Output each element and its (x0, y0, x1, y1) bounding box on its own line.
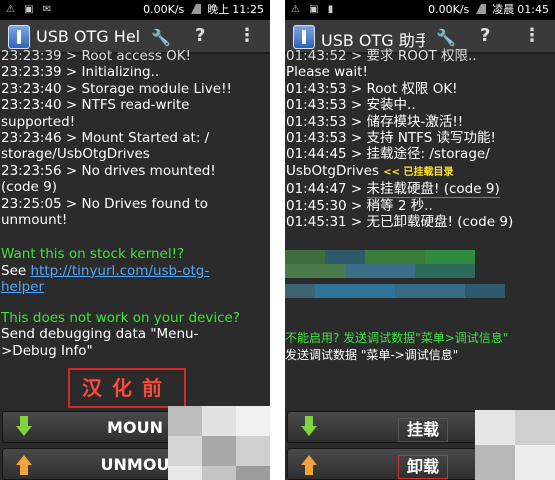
mounted-dir-annotation: << 已挂载目录 (383, 166, 454, 178)
log-line: 01:45:31 > 无已卸载硬盘! (code 9) (285, 214, 555, 231)
log-line: 23:25:05 > No Drives found to (1, 195, 209, 212)
log-line: 01:44:47 > 未挂载硬盘! (code 9) (285, 181, 555, 198)
log-time: 01:45:31 > (286, 214, 367, 231)
time-period: 凌晨 (492, 3, 515, 16)
log-line: unmount! (1, 212, 68, 229)
log-line: Please wait! (286, 64, 368, 81)
wrench-icon[interactable]: 🔧 (435, 28, 457, 48)
log-line: (code 9) (1, 179, 57, 196)
no-drive-mounted-msg: 未挂载硬盘! (code 9) (366, 181, 500, 198)
log-line: 23:23:40 > NTFS read-write (1, 97, 190, 114)
log-line: storage/UsbOtgDrives (1, 146, 150, 163)
log-line: 23:23:40 > Storage module Live!! (1, 80, 232, 97)
log-line: supported! (1, 113, 76, 130)
notification-icons: ⚠ ▣ ✉ (6, 4, 55, 15)
no-drive-unmounted-msg: 无已卸载硬盘! (code 9) (366, 214, 514, 231)
log-line: 23:23:46 > Mount Started at: / (1, 130, 210, 147)
log-line: 23:23:39 > Root access OK! (1, 48, 192, 64)
help-icon[interactable]: ? (195, 25, 205, 46)
signal-icon (190, 4, 201, 14)
log-line: 23:23:56 > No drives mounted! (1, 162, 216, 179)
status-bar: ⚠ ▣ ✉ 0.00K/s 晚上 11:25 (0, 0, 270, 20)
status-right: 0.00K/s 晚上 11:25 (140, 0, 264, 20)
status-right: 0.00K/s 凌晨 01:45 (425, 0, 549, 20)
log-time: 01:44:47 > (286, 181, 367, 198)
status-bar: ⚠ ▣ ▮ 0.00K/s 凌晨 01:45 (285, 0, 555, 20)
wrench-icon[interactable]: 🔧 (150, 28, 172, 48)
debug-hint: 发送调试数据 "菜单->调试信息" (285, 348, 459, 362)
log-output: 01:43:52 > 要求 ROOT 权限.. Please wait! 01:… (285, 48, 555, 231)
see-label: See (1, 262, 27, 279)
debug-hint: Send debugging data "Menu- (1, 326, 199, 343)
network-speed: 0.00K/s (143, 3, 185, 16)
usb-app-icon (8, 25, 30, 49)
network-speed: 0.00K/s (428, 3, 470, 16)
mount-path: UsbOtgDrives (286, 162, 379, 179)
device-heading: This does not work on your device? (1, 309, 240, 326)
kernel-heading: Want this on stock kernel!? (1, 246, 185, 263)
app-title: USB OTG Hel (36, 27, 140, 46)
mount-label: 挂载 (378, 418, 468, 442)
mount-arrow-down-icon (296, 416, 322, 440)
log-line: UsbOtgDrives << 已挂载目录 (285, 163, 555, 181)
screenshot-after-translation: ⚠ ▣ ▮ 0.00K/s 凌晨 01:45 USB OTG 助手 🔧 ? ⋮ 0… (285, 0, 555, 480)
usb-app-icon (293, 25, 315, 49)
help-link-cont[interactable]: helper (1, 279, 44, 295)
overflow-menu-icon[interactable]: ⋮ (523, 25, 541, 46)
before-translation-stamp: 汉化前 (68, 368, 186, 408)
signal-icon (475, 4, 486, 14)
log-line: 01:45:30 > 稍等 2 秒.. (286, 197, 433, 214)
debug-section: 不能启用? 发送调试数据"菜单>调试信息" 发送调试数据 "菜单->调试信息" (285, 330, 555, 364)
help-link[interactable]: http://tinyurl.com/usb-otg- (30, 263, 209, 279)
notification-icons: ⚠ ▣ ▮ (291, 4, 337, 15)
log-line: 01:43:53 > 支持 NTFS 读写功能! (286, 130, 496, 147)
clock: 11:25 (232, 3, 264, 16)
unmount-arrow-up-icon (296, 453, 322, 477)
help-icon[interactable]: ? (480, 25, 490, 46)
log-line: 01:44:45 > 挂载途径: /storage/ (286, 146, 490, 163)
log-line: 01:43:52 > 要求 ROOT 权限.. (286, 48, 477, 64)
see-link-line: See http://tinyurl.com/usb-otg- (0, 263, 270, 279)
log-output: 23:23:39 > Root access OK! 23:23:39 > In… (0, 48, 270, 359)
log-line: 23:23:39 > Initializing.. (1, 64, 160, 81)
debug-hint-cont: >Debug Info" (1, 342, 93, 359)
device-heading: 不能启用? 发送调试数据"菜单>调试信息" (285, 331, 509, 345)
log-line: 01:43:53 > Root 权限 OK! (286, 80, 458, 97)
unmount-label: 卸载 (378, 455, 468, 479)
screenshot-before-translation: ⚠ ▣ ✉ 0.00K/s 晚上 11:25 USB OTG Hel 🔧 ? ⋮ … (0, 0, 270, 480)
overflow-menu-icon[interactable]: ⋮ (238, 25, 256, 46)
log-line: 01:43:53 > 储存模块-激活!! (286, 113, 464, 130)
clock: 01:45 (517, 3, 549, 16)
time-period: 晚上 (207, 3, 230, 16)
log-line: 01:43:53 > 安装中.. (286, 97, 416, 114)
